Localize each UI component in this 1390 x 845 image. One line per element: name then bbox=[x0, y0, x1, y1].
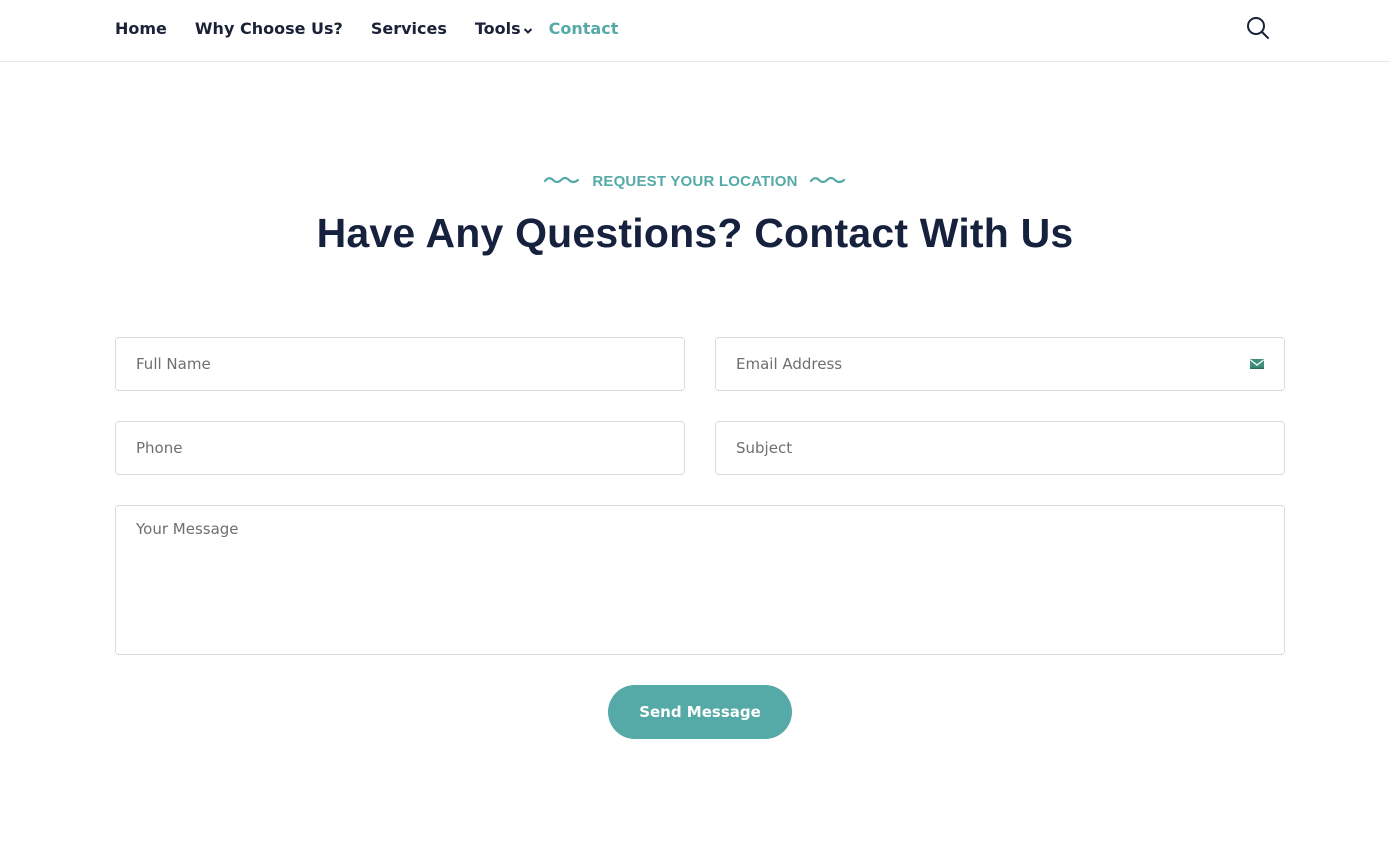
nav-item-contact[interactable]: Contact bbox=[549, 19, 619, 38]
nav-item-tools-label: Tools bbox=[474, 18, 521, 38]
message-field-wrapper bbox=[115, 505, 1285, 655]
top-navigation-bar: Home Why Choose Us? Services Tools Conta… bbox=[0, 0, 1390, 62]
search-icon[interactable] bbox=[1245, 15, 1271, 41]
nav-item-why-choose-us[interactable]: Why Choose Us? bbox=[195, 19, 343, 38]
message-textarea[interactable] bbox=[116, 506, 1284, 654]
full-name-field-wrapper bbox=[115, 337, 685, 391]
subject-input[interactable] bbox=[716, 422, 1284, 474]
phone-input[interactable] bbox=[116, 422, 684, 474]
nav-item-services[interactable]: Services bbox=[371, 19, 447, 38]
wave-decoration-icon bbox=[544, 172, 580, 190]
nav-item-home[interactable]: Home bbox=[115, 19, 167, 38]
main-nav: Home Why Choose Us? Services Tools Conta… bbox=[115, 17, 618, 39]
chevron-down-icon bbox=[523, 20, 533, 39]
phone-field-wrapper bbox=[115, 421, 685, 475]
nav-item-tools[interactable]: Tools bbox=[475, 17, 533, 39]
email-input[interactable] bbox=[716, 338, 1284, 390]
section-title: Have Any Questions? Contact With Us bbox=[316, 210, 1074, 256]
section-eyebrow: REQUEST YOUR LOCATION bbox=[0, 172, 1390, 190]
section-eyebrow-text: REQUEST YOUR LOCATION bbox=[592, 172, 798, 190]
email-field-wrapper bbox=[715, 337, 1285, 391]
email-autofill-icon[interactable] bbox=[1249, 357, 1265, 371]
send-message-button[interactable]: Send Message bbox=[608, 685, 792, 739]
full-name-input[interactable] bbox=[116, 338, 684, 390]
wave-decoration-icon bbox=[809, 172, 846, 190]
subject-field-wrapper bbox=[715, 421, 1285, 475]
